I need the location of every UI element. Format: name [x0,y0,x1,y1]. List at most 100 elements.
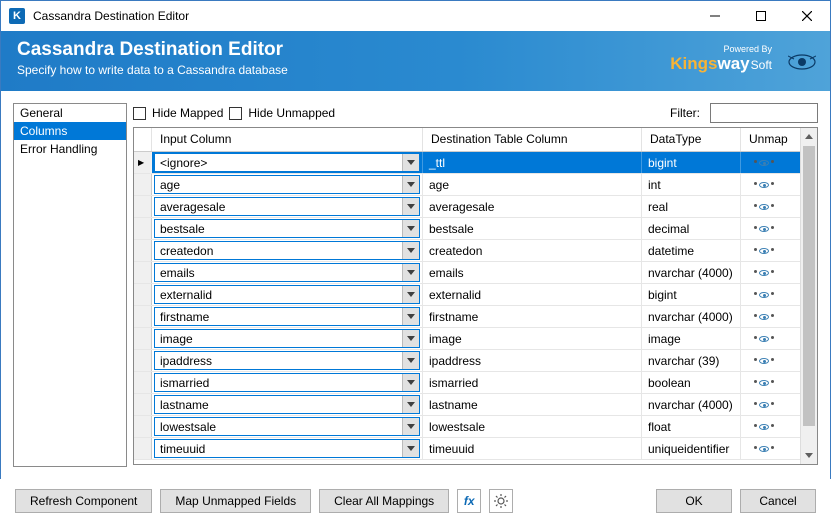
table-row[interactable]: <ignore>_ttlbigint [134,152,800,174]
minimize-button[interactable] [692,1,738,31]
input-column-combo[interactable]: age [154,175,420,194]
row-header[interactable] [134,438,152,459]
row-header[interactable] [134,306,152,327]
table-row[interactable]: ageageint [134,174,800,196]
chevron-down-icon[interactable] [402,198,419,215]
clear-all-mappings-button[interactable]: Clear All Mappings [319,489,449,513]
table-row[interactable]: ismarriedismarriedboolean [134,372,800,394]
table-row[interactable]: firstnamefirstnamenvarchar (4000) [134,306,800,328]
chevron-down-icon[interactable] [402,440,419,457]
table-row[interactable]: timeuuidtimeuuiduniqueidentifier [134,438,800,460]
unmap-icon[interactable] [754,160,774,166]
chevron-down-icon[interactable] [402,286,419,303]
row-header[interactable] [134,284,152,305]
input-column-combo[interactable]: externalid [154,285,420,304]
row-header[interactable] [134,328,152,349]
chevron-down-icon[interactable] [402,418,419,435]
row-header[interactable] [134,372,152,393]
chevron-down-icon[interactable] [402,352,419,369]
chevron-down-icon[interactable] [402,242,419,259]
maximize-button[interactable] [738,1,784,31]
input-column-combo[interactable]: timeuuid [154,439,420,458]
chevron-down-icon[interactable] [402,154,419,171]
unmap-icon[interactable] [754,424,774,430]
datatype-value: datetime [642,240,741,261]
row-header[interactable] [134,152,152,173]
row-header[interactable] [134,196,152,217]
datatype-value: image [642,328,741,349]
table-row[interactable]: bestsalebestsaledecimal [134,218,800,240]
input-column-combo[interactable]: ipaddress [154,351,420,370]
input-column-combo[interactable]: <ignore> [154,153,420,172]
input-column-combo[interactable]: bestsale [154,219,420,238]
input-column-combo[interactable]: emails [154,263,420,282]
unmap-icon[interactable] [754,292,774,298]
input-column-combo[interactable]: image [154,329,420,348]
unmap-icon[interactable] [754,446,774,452]
input-column-combo[interactable]: averagesale [154,197,420,216]
unmap-icon[interactable] [754,336,774,342]
cancel-button[interactable]: Cancel [740,489,816,513]
scroll-thumb[interactable] [803,146,815,426]
unmap-icon[interactable] [754,182,774,188]
row-header[interactable] [134,350,152,371]
unmap-icon[interactable] [754,226,774,232]
table-row[interactable]: ipaddressipaddressnvarchar (39) [134,350,800,372]
row-header[interactable] [134,240,152,261]
settings-button[interactable] [489,489,513,513]
unmap-icon[interactable] [754,380,774,386]
hide-unmapped-label: Hide Unmapped [248,106,335,120]
chevron-down-icon[interactable] [402,396,419,413]
table-row[interactable]: createdoncreatedondatetime [134,240,800,262]
map-unmapped-button[interactable]: Map Unmapped Fields [160,489,311,513]
chevron-down-icon[interactable] [402,374,419,391]
expression-button[interactable]: fx [457,489,481,513]
sidebar-item-error-handling[interactable]: Error Handling [14,140,126,158]
row-header[interactable] [134,394,152,415]
input-column-combo[interactable]: lowestsale [154,417,420,436]
grid-scrollbar[interactable] [800,128,817,464]
hide-mapped-checkbox[interactable] [133,107,146,120]
chevron-down-icon[interactable] [402,220,419,237]
row-header[interactable] [134,174,152,195]
scroll-down-icon[interactable] [801,447,817,464]
col-header-datatype[interactable]: DataType [642,128,741,151]
datatype-value: bigint [642,284,741,305]
row-header[interactable] [134,262,152,283]
unmap-icon[interactable] [754,358,774,364]
sidebar-item-columns[interactable]: Columns [14,122,126,140]
chevron-down-icon[interactable] [402,330,419,347]
unmap-icon[interactable] [754,270,774,276]
input-column-combo[interactable]: ismarried [154,373,420,392]
scroll-up-icon[interactable] [801,128,817,145]
table-row[interactable]: imageimageimage [134,328,800,350]
unmap-icon[interactable] [754,248,774,254]
chevron-down-icon[interactable] [402,264,419,281]
row-header[interactable] [134,218,152,239]
refresh-component-button[interactable]: Refresh Component [15,489,152,513]
row-header[interactable] [134,416,152,437]
dest-column-value: lowestsale [423,416,642,437]
ok-button[interactable]: OK [656,489,732,513]
table-row[interactable]: emailsemailsnvarchar (4000) [134,262,800,284]
unmap-icon[interactable] [754,402,774,408]
chevron-down-icon[interactable] [402,308,419,325]
table-row[interactable]: lastnamelastnamenvarchar (4000) [134,394,800,416]
table-row[interactable]: lowestsalelowestsalefloat [134,416,800,438]
chevron-down-icon[interactable] [402,176,419,193]
filter-input[interactable] [710,103,818,123]
unmap-icon[interactable] [754,204,774,210]
col-header-input[interactable]: Input Column [152,128,423,151]
table-row[interactable]: externalidexternalidbigint [134,284,800,306]
unmap-icon[interactable] [754,314,774,320]
table-row[interactable]: averagesaleaveragesalereal [134,196,800,218]
input-column-combo[interactable]: createdon [154,241,420,260]
sidebar-item-general[interactable]: General [14,104,126,122]
hide-unmapped-checkbox[interactable] [229,107,242,120]
close-button[interactable] [784,1,830,31]
input-column-combo[interactable]: firstname [154,307,420,326]
input-column-combo[interactable]: lastname [154,395,420,414]
window-title: Cassandra Destination Editor [33,9,692,23]
col-header-unmap[interactable]: Unmap [741,128,787,151]
col-header-dest[interactable]: Destination Table Column [423,128,642,151]
